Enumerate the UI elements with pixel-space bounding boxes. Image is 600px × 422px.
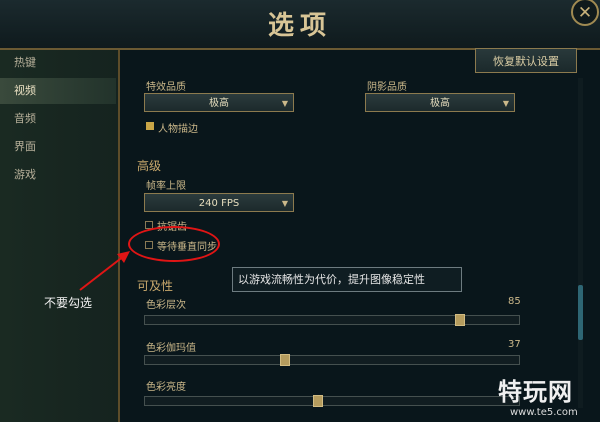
sidebar-item-video[interactable]: 视频 (0, 78, 116, 104)
color-gamma-slider[interactable] (144, 354, 520, 366)
scrollbar-track[interactable] (578, 78, 583, 408)
accessibility-section-title: 可及性 (137, 279, 174, 293)
outline-checkbox[interactable] (146, 122, 154, 130)
title-bar: 选项 (0, 0, 600, 50)
color-gamma-label: 色彩伽玛值 (146, 343, 196, 354)
vsync-tooltip: 以游戏流畅性为代价，提升图像稳定性 (232, 267, 462, 292)
sidebar: 热键 视频 音频 界面 游戏 (0, 50, 120, 422)
color-brightness-slider-handle[interactable] (313, 395, 323, 407)
outline-label: 人物描边 (158, 124, 198, 135)
annotation-text: 不要勾选 (44, 296, 93, 310)
color-gamma-slider-handle[interactable] (280, 354, 290, 366)
options-window: 选项 ✕ 热键 视频 音频 界面 游戏 恢复默认设置 特效品质 极高 ▼ 阴影品… (0, 0, 600, 422)
color-level-slider-handle[interactable] (455, 314, 465, 326)
color-level-value: 85 (508, 296, 521, 307)
sidebar-item-interface[interactable]: 界面 (0, 134, 116, 160)
watermark-url: www.te5.com (510, 407, 578, 418)
chevron-down-icon: ▼ (281, 99, 288, 108)
shadow-quality-select[interactable]: 极高 ▼ (365, 93, 515, 112)
shadow-quality-label: 阴影品质 (367, 82, 407, 93)
color-brightness-slider[interactable] (144, 395, 520, 407)
fps-cap-label: 帧率上限 (146, 181, 186, 192)
color-brightness-label: 色彩亮度 (146, 382, 186, 393)
effects-quality-value: 极高 (209, 98, 229, 109)
effects-quality-label: 特效品质 (146, 82, 186, 93)
scrollbar-thumb[interactable] (578, 285, 583, 340)
shadow-quality-value: 极高 (430, 98, 450, 109)
window-title: 选项 (267, 11, 332, 41)
effects-quality-select[interactable]: 极高 ▼ (144, 93, 294, 112)
chevron-down-icon: ▼ (281, 199, 288, 208)
sidebar-item-audio[interactable]: 音频 (0, 106, 116, 132)
advanced-section-title: 高级 (137, 159, 162, 173)
color-level-slider[interactable] (144, 314, 520, 326)
color-level-label: 色彩层次 (146, 300, 186, 311)
watermark-logo: 特玩网 (498, 378, 573, 406)
sidebar-item-game[interactable]: 游戏 (0, 162, 116, 188)
fps-cap-value: 240 FPS (198, 198, 240, 209)
color-gamma-value: 37 (508, 339, 521, 350)
fps-cap-select[interactable]: 240 FPS ▼ (144, 193, 294, 212)
reset-defaults-button[interactable]: 恢复默认设置 (475, 48, 577, 73)
annotation-circle (128, 226, 220, 262)
chevron-down-icon: ▼ (502, 99, 509, 108)
watermark: 特玩网 www.te5.com (498, 372, 578, 418)
sidebar-item-hotkeys[interactable]: 热键 (0, 50, 116, 76)
